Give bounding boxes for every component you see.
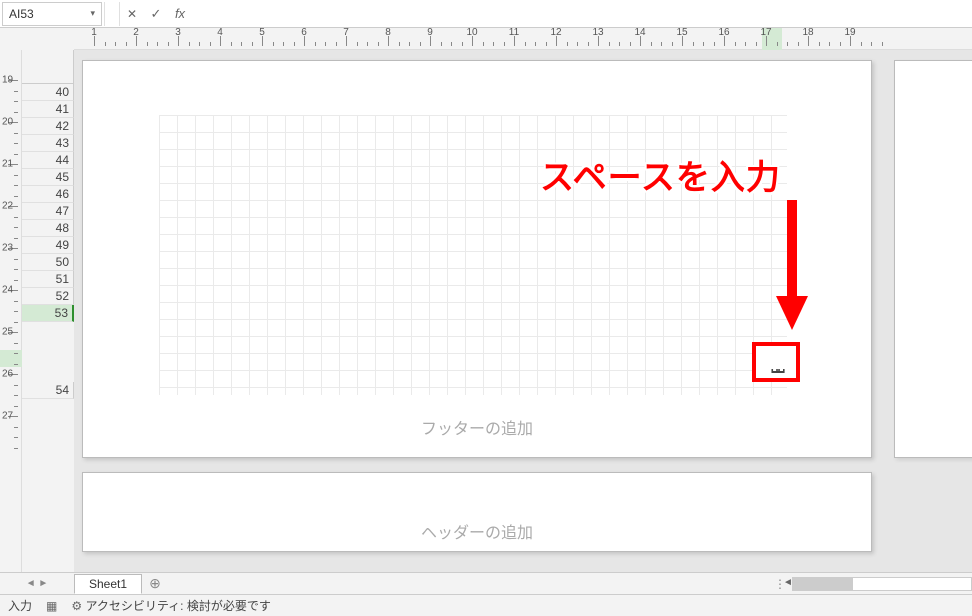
row-headers: 4041424344454647484950515253 54 <box>22 50 74 572</box>
ruler-label: 13 <box>592 27 603 38</box>
ruler-highlight <box>0 350 22 367</box>
sheet-tab-bar: ◄ ► Sheet1 ⊕ ⋮ ◄ ► <box>0 572 972 594</box>
accessibility-icon: ⚙ <box>71 599 82 613</box>
ruler-label: 19 <box>2 75 13 86</box>
row-header[interactable]: 40 <box>22 84 74 101</box>
formula-bar-row: AI53 ▾ ✕ ✓ fx <box>0 0 972 28</box>
sheet-nav-buttons[interactable]: ◄ ► <box>0 578 74 589</box>
row-header[interactable]: 49 <box>22 237 74 254</box>
ruler-label: 7 <box>343 27 349 38</box>
chevron-down-icon[interactable]: ▾ <box>90 8 95 19</box>
ruler-label: 1 <box>91 27 97 38</box>
ruler-label: 26 <box>2 369 13 380</box>
insert-function-button[interactable]: fx <box>168 2 192 26</box>
row-header[interactable]: 50 <box>22 254 74 271</box>
row-header[interactable]: 51 <box>22 271 74 288</box>
row-header[interactable]: 41 <box>22 101 74 118</box>
scrollbar-thumb[interactable] <box>793 578 853 590</box>
row-header[interactable]: 52 <box>22 288 74 305</box>
ruler-label: 18 <box>802 27 813 38</box>
cancel-button[interactable]: ✕ <box>120 2 144 26</box>
ruler-label: 27 <box>2 411 13 422</box>
ruler-label: 4 <box>217 27 223 38</box>
ruler-label: 3 <box>175 27 181 38</box>
add-header-placeholder[interactable]: ヘッダーの追加 <box>421 519 533 543</box>
worksheet-area: 192021222324252627 404142434445464748495… <box>0 50 972 572</box>
name-box-value: AI53 <box>9 7 90 21</box>
ruler-label: 23 <box>2 243 13 254</box>
page-gap <box>22 322 74 382</box>
ruler-label: 17 <box>760 27 771 38</box>
ruler-label: 16 <box>718 27 729 38</box>
formula-bar-separator <box>104 2 120 26</box>
name-box[interactable]: AI53 ▾ <box>2 2 102 26</box>
annotation-text: スペースを入力 <box>540 150 781 199</box>
ruler-label: 10 <box>466 27 477 38</box>
ruler-label: 24 <box>2 285 13 296</box>
page-layout-viewport[interactable]: ABCDEFGHIJKLMNOPQRSTUVWXYZAAABACADAEAFAG… <box>74 50 972 572</box>
space-char-icon: ⎵⎵ <box>771 350 781 375</box>
new-sheet-button[interactable]: ⊕ <box>142 575 168 592</box>
row-header[interactable]: 43 <box>22 135 74 152</box>
page-2[interactable]: ヘッダーの追加 <box>82 472 872 552</box>
row-header[interactable]: 45 <box>22 169 74 186</box>
ruler-label: 19 <box>844 27 855 38</box>
ruler-label: 21 <box>2 159 13 170</box>
vertical-ruler[interactable]: 19 20 21 22 23 24 25 26 27 <box>0 50 22 572</box>
macro-record-icon[interactable]: ▦ <box>46 599 57 613</box>
row-header[interactable]: 48 <box>22 220 74 237</box>
annotation-highlight-box: ⎵⎵ <box>752 342 800 382</box>
ruler-label: 2 <box>133 27 139 38</box>
ruler-label: 20 <box>2 117 13 128</box>
accessibility-status[interactable]: ⚙ アクセシビリティ: 検討が必要です <box>71 597 270 614</box>
formula-input[interactable] <box>192 2 972 26</box>
horizontal-ruler[interactable]: 12345678910111213141516171819 <box>74 28 972 50</box>
row-header[interactable]: 44 <box>22 152 74 169</box>
ruler-label: 11 <box>509 27 519 38</box>
add-footer-placeholder[interactable]: フッターの追加 <box>421 415 533 439</box>
horizontal-scrollbar[interactable]: ◄ ► <box>792 577 972 591</box>
page-1[interactable]: フッターの追加 <box>82 60 872 458</box>
ruler-label: 14 <box>634 27 645 38</box>
row-header[interactable]: 42 <box>22 118 74 135</box>
status-bar: 入力 ▦ ⚙ アクセシビリティ: 検討が必要です <box>0 594 972 616</box>
scroll-left-icon[interactable]: ◄ <box>783 577 793 588</box>
ruler-label: 12 <box>550 27 561 38</box>
ruler-label: 25 <box>2 327 13 338</box>
row-header[interactable]: 46 <box>22 186 74 203</box>
ruler-label: 8 <box>385 27 391 38</box>
page-right[interactable] <box>894 60 972 458</box>
annotation-arrow-icon <box>772 200 812 330</box>
ruler-label: 22 <box>2 201 13 212</box>
select-all-triangle[interactable] <box>22 50 74 84</box>
ruler-label: 9 <box>427 27 433 38</box>
ruler-label: 6 <box>301 27 307 38</box>
sheet-tab-1[interactable]: Sheet1 <box>74 574 142 594</box>
ruler-label: 15 <box>676 27 687 38</box>
row-header[interactable]: 54 <box>22 382 74 399</box>
row-header[interactable]: 47 <box>22 203 74 220</box>
mode-indicator: 入力 <box>8 597 32 614</box>
row-header[interactable]: 53 <box>22 305 74 322</box>
accessibility-label: アクセシビリティ: 検討が必要です <box>85 599 270 613</box>
ruler-label: 5 <box>259 27 265 38</box>
enter-button[interactable]: ✓ <box>144 2 168 26</box>
